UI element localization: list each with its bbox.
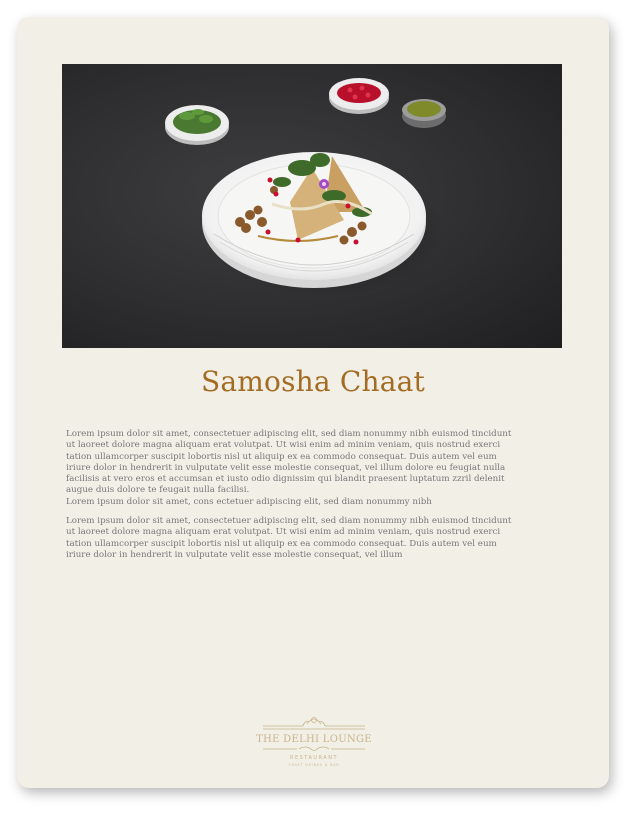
restaurant-logo: THE DELHI LOUNGE RESTAURANT CRAFT DRINKS… <box>247 712 381 772</box>
description-line: iriure dolor in hendrerit in vulputate v… <box>66 462 506 473</box>
description-line: augue duis dolore te feugait nulla facil… <box>66 485 250 496</box>
description-line: iriure dolor in hendrerit in vulputate v… <box>66 549 403 560</box>
menu-page: Samosha Chaat Lorem ipsum dolor sit amet… <box>17 17 609 788</box>
dish-description: Lorem ipsum dolor sit amet, consectetuer… <box>66 429 561 569</box>
description-line: ut laoreet dolore magna aliquam erat vol… <box>66 440 501 451</box>
logo-tagline: CRAFT DRINKS & BAR <box>288 763 340 767</box>
description-line: tation ullamcorper suscipit lobortis nis… <box>66 451 497 462</box>
dish-photo <box>62 64 562 348</box>
description-paragraph-2: Lorem ipsum dolor sit amet, consectetuer… <box>66 516 561 561</box>
description-line: Lorem ipsum dolor sit amet, consectetuer… <box>66 516 512 527</box>
description-line: facilisis at vero eros et accumsan et iu… <box>66 474 505 485</box>
description-paragraph-1: Lorem ipsum dolor sit amet, consectetuer… <box>66 429 561 508</box>
dish-title: Samosha Chaat <box>201 365 425 398</box>
logo-subtitle: RESTAURANT <box>289 755 339 761</box>
description-line: tation ullamcorper suscipit lobortis nis… <box>66 538 497 549</box>
logo-name: THE DELHI LOUNGE <box>256 734 372 745</box>
description-line: Lorem ipsum dolor sit amet, cons ectetue… <box>66 496 432 507</box>
dish-photo-illustration <box>165 78 446 297</box>
description-line: Lorem ipsum dolor sit amet, consectetuer… <box>66 429 512 439</box>
description-line: ut laoreet dolore magna aliquam erat vol… <box>66 527 501 538</box>
